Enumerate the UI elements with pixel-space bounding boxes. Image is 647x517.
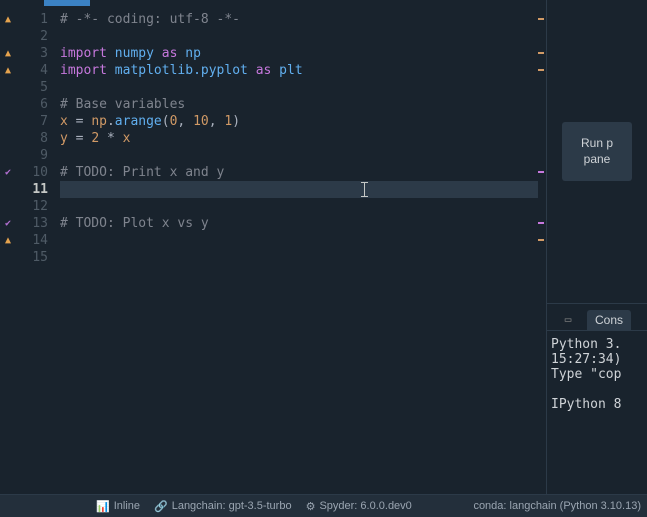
code-line[interactable]: # TODO: Plot x vs y xyxy=(54,215,546,232)
code-line[interactable]: import matplotlib.pyplot as plt xyxy=(54,62,546,79)
console-line: Type "cop xyxy=(551,367,621,382)
status-spyder-label: Spyder: 6.0.0.dev0 xyxy=(319,500,411,512)
right-top-panel: Run p pane xyxy=(547,0,647,304)
gutter-marker xyxy=(0,147,16,164)
run-button-line1: Run p xyxy=(572,136,622,152)
console-body[interactable]: Python 3. 15:27:34) Type "cop IPython 8 xyxy=(547,331,647,494)
code-line[interactable]: # -*- coding: utf-8 -*- xyxy=(54,11,546,28)
console-tabs: ▭ Cons xyxy=(547,304,647,331)
gutter-marker xyxy=(0,96,16,113)
line-number: 5 xyxy=(16,79,48,96)
status-conda[interactable]: conda: langchain (Python 3.10.13) xyxy=(473,500,641,512)
status-spyder[interactable]: ⚙ Spyder: 6.0.0.dev0 xyxy=(306,500,412,513)
gutter-marker xyxy=(0,79,16,96)
line-number: 1 xyxy=(16,11,48,28)
gutter-marker xyxy=(0,249,16,266)
line-number: 3 xyxy=(16,45,48,62)
status-inline-label: Inline xyxy=(114,500,140,512)
active-tab-indicator[interactable] xyxy=(44,0,90,6)
code-line[interactable] xyxy=(54,28,546,45)
gutter-marker xyxy=(0,198,16,215)
code-line[interactable] xyxy=(54,147,546,164)
gutter-marker: ✔ xyxy=(0,164,16,181)
editor-pane: ▲▲▲✔✔▲ 123456789101112131415 # -*- codin… xyxy=(0,0,546,494)
warning-icon: ▲ xyxy=(2,235,14,247)
warning-icon: ▲ xyxy=(2,65,14,77)
gutter-marker: ▲ xyxy=(0,45,16,62)
code-line[interactable]: x = np.arange(0, 10, 1) xyxy=(54,113,546,130)
line-number: 12 xyxy=(16,198,48,215)
warning-icon: ▲ xyxy=(2,14,14,26)
gutter-marker: ▲ xyxy=(0,232,16,249)
line-number: 9 xyxy=(16,147,48,164)
gutter-marker xyxy=(0,28,16,45)
code-line[interactable] xyxy=(54,79,546,96)
line-number: 14 xyxy=(16,232,48,249)
gutter-marker: ✔ xyxy=(0,215,16,232)
line-number: 10 xyxy=(16,164,48,181)
gutter-marker xyxy=(0,113,16,130)
code-line[interactable] xyxy=(54,198,546,215)
line-number: 7 xyxy=(16,113,48,130)
line-number: 6 xyxy=(16,96,48,113)
line-number: 15 xyxy=(16,249,48,266)
status-bar: 📊 Inline 🔗 Langchain: gpt-3.5-turbo ⚙ Sp… xyxy=(0,494,647,517)
console-tab[interactable]: Cons xyxy=(587,310,631,330)
line-number-gutter: 123456789101112131415 xyxy=(16,11,54,494)
marker-gutter: ▲ ▲ ▲ ✔ ✔ ▲ xyxy=(0,11,16,494)
gutter-marker xyxy=(0,130,16,147)
line-number: 8 xyxy=(16,130,48,147)
console-line: IPython 8 xyxy=(551,397,621,412)
console-tab-icon[interactable]: ▭ xyxy=(553,308,583,330)
code-line[interactable] xyxy=(54,232,546,249)
link-icon: 🔗 xyxy=(154,500,168,513)
status-langchain-label: Langchain: gpt-3.5-turbo xyxy=(172,500,292,512)
line-number: 13 xyxy=(16,215,48,232)
spyder-icon: ⚙ xyxy=(306,500,316,513)
status-langchain[interactable]: 🔗 Langchain: gpt-3.5-turbo xyxy=(154,500,292,513)
console-panel: ▭ Cons Python 3. 15:27:34) Type "cop IPy… xyxy=(547,304,647,494)
code-line[interactable] xyxy=(54,181,546,198)
code-line[interactable]: import numpy as np xyxy=(54,45,546,62)
run-button-line2: pane xyxy=(572,152,622,168)
chart-icon: 📊 xyxy=(96,500,110,513)
gutter-marker: ▲ xyxy=(0,11,16,28)
warning-icon: ▲ xyxy=(2,48,14,60)
code-line[interactable]: y = 2 * x xyxy=(54,130,546,147)
console-line: 15:27:34) xyxy=(551,352,621,367)
check-icon: ✔ xyxy=(2,167,14,179)
code-body[interactable]: # -*- coding: utf-8 -*- import numpy as n… xyxy=(54,11,546,494)
right-pane: Run p pane ▭ Cons Python 3. 15:27:34) Ty… xyxy=(546,0,647,494)
code-line[interactable]: # Base variables xyxy=(54,96,546,113)
code-area[interactable]: ▲▲▲✔✔▲ 123456789101112131415 # -*- codin… xyxy=(0,11,546,494)
status-inline[interactable]: 📊 Inline xyxy=(96,500,140,513)
line-number: 4 xyxy=(16,62,48,79)
line-number: 2 xyxy=(16,28,48,45)
code-line[interactable]: # TODO: Print x and y xyxy=(54,164,546,181)
status-conda-label: conda: langchain (Python 3.10.13) xyxy=(473,500,641,512)
code-line[interactable] xyxy=(54,249,546,266)
line-number: 11 xyxy=(16,181,48,198)
tab-strip xyxy=(0,0,546,11)
gutter-marker xyxy=(0,181,16,198)
check-icon: ✔ xyxy=(2,218,14,230)
gutter-marker: ▲ xyxy=(0,62,16,79)
run-previous-cell-button[interactable]: Run p pane xyxy=(562,122,632,181)
window-icon: ▭ xyxy=(565,313,572,326)
console-line: Python 3. xyxy=(551,337,621,352)
